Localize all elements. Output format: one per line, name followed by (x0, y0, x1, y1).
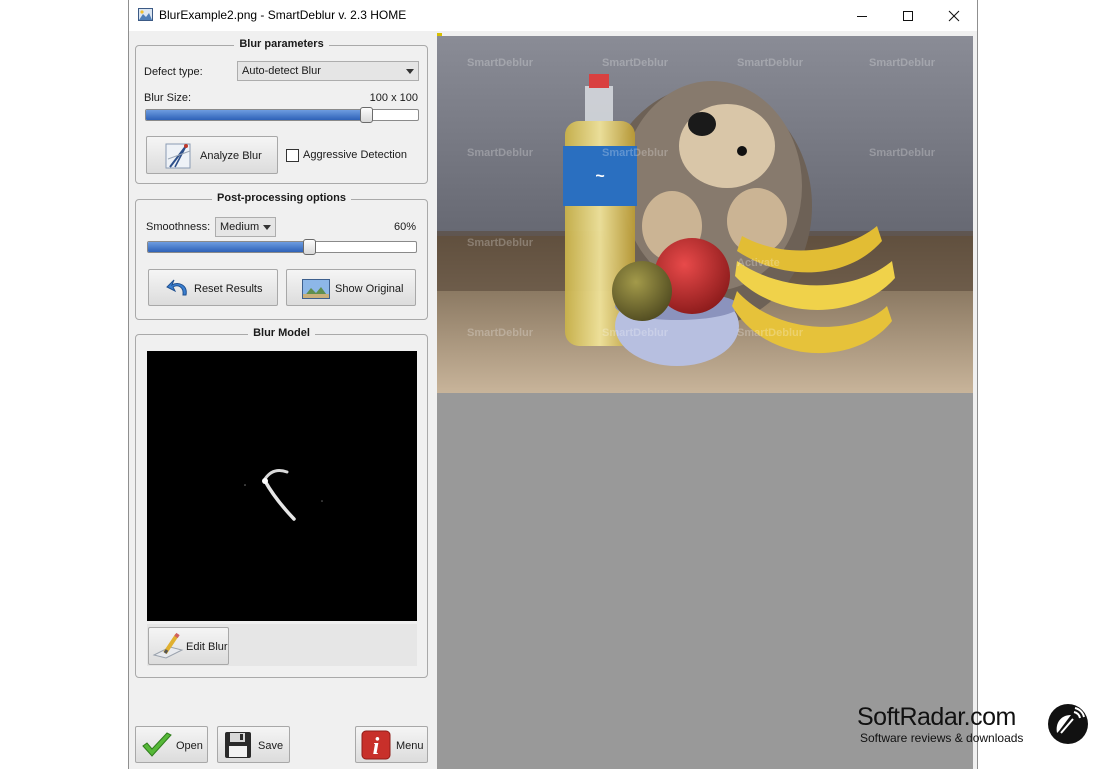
show-original-label: Show Original (335, 283, 404, 295)
softradar-watermark: SoftRadar.com Software reviews & downloa… (857, 703, 1097, 753)
smoothness-value: Medium (220, 221, 260, 233)
chevron-down-icon (406, 69, 414, 74)
blur-kernel-stroke (244, 469, 323, 521)
minimize-button[interactable] (839, 0, 885, 31)
svg-text:~: ~ (595, 168, 604, 185)
svg-text:SmartDeblur: SmartDeblur (737, 327, 804, 339)
save-button[interactable]: Save (217, 726, 290, 763)
show-original-button[interactable]: Show Original (286, 269, 416, 306)
defect-type-label: Defect type: (144, 66, 203, 78)
menu-label: Menu (396, 740, 424, 752)
app-picture-icon (138, 8, 153, 21)
open-label: Open (176, 740, 203, 752)
blur-model-group: Blur Model Edit Blur (135, 327, 428, 678)
svg-text:SmartDeblur: SmartDeblur (869, 147, 936, 159)
maximize-icon (903, 11, 913, 21)
svg-text:SmartDeblur: SmartDeblur (737, 57, 804, 69)
deblurred-photo: ~ SmartDeblur SmartDeblur SmartDeblur Smart… (437, 36, 973, 393)
blur-parameters-title: Blur parameters (234, 38, 329, 50)
blur-kernel-preview[interactable] (147, 351, 417, 621)
edit-pencil-icon (152, 632, 184, 659)
svg-text:SmartDeblur: SmartDeblur (602, 327, 669, 339)
defect-type-select[interactable]: Auto-detect Blur (237, 61, 419, 81)
softradar-brand: SoftRadar.com (857, 703, 1016, 731)
satellite-dish-icon (1048, 704, 1088, 744)
smoothness-percent: 60% (393, 221, 416, 233)
maximize-button[interactable] (885, 0, 931, 31)
reset-results-label: Reset Results (194, 283, 263, 295)
post-processing-group: Post-processing options Smoothness: Medi… (135, 192, 428, 320)
close-icon (948, 10, 960, 22)
smoothness-label: Smoothness: (146, 221, 211, 233)
chevron-down-icon (263, 225, 271, 230)
defect-type-value: Auto-detect Blur (242, 65, 321, 77)
svg-text:SmartDeblur: SmartDeblur (467, 237, 534, 249)
blur-model-title: Blur Model (248, 327, 315, 339)
edit-blur-label: Edit Blur (186, 641, 228, 653)
svg-text:SmartDeblur: SmartDeblur (602, 57, 669, 69)
blur-parameters-group: Blur parameters Defect type: Auto-detect… (135, 38, 428, 184)
blur-size-slider-fill (146, 110, 367, 120)
blur-size-value: 100 x 100 (369, 92, 418, 104)
analyze-blur-button[interactable]: Analyze Blur (146, 136, 278, 174)
edit-blur-button[interactable]: Edit Blur (148, 627, 229, 665)
green-check-icon (142, 732, 172, 757)
floppy-disk-icon (225, 732, 251, 758)
close-button[interactable] (931, 0, 977, 31)
svg-text:i: i (373, 734, 380, 760)
blur-size-slider[interactable] (145, 107, 419, 123)
svg-text:SmartDeblur: SmartDeblur (869, 57, 936, 69)
info-icon: i (361, 730, 391, 760)
aggressive-detection-label: Aggressive Detection (303, 149, 407, 161)
blur-size-label: Blur Size: (144, 92, 192, 104)
app-window: BlurExample2.png - SmartDeblur v. 2.3 HO… (128, 0, 978, 769)
undo-arrow-icon (166, 279, 187, 296)
svg-text:SmartDeblur: SmartDeblur (467, 57, 534, 69)
blur-size-slider-thumb[interactable] (360, 107, 374, 123)
title-bar[interactable]: BlurExample2.png - SmartDeblur v. 2.3 HO… (129, 0, 977, 31)
smoothness-select[interactable]: Medium (215, 217, 276, 237)
reset-results-button[interactable]: Reset Results (148, 269, 278, 306)
smoothness-slider[interactable] (147, 239, 417, 255)
svg-text:SmartDeblur: SmartDeblur (467, 147, 534, 159)
drafting-compass-icon (165, 143, 191, 169)
landscape-picture-icon (302, 279, 330, 299)
softradar-tagline: Software reviews & downloads (860, 731, 1024, 745)
menu-button[interactable]: i Menu (355, 726, 428, 763)
window-title: BlurExample2.png - SmartDeblur v. 2.3 HO… (159, 8, 407, 22)
svg-text:Activate: Activate (737, 257, 780, 269)
image-canvas[interactable]: ~ SmartDeblur SmartDeblur SmartDeblur Smart… (437, 36, 973, 769)
save-label: Save (258, 740, 284, 752)
svg-text:SmartDeblur: SmartDeblur (467, 327, 534, 339)
open-button[interactable]: Open (135, 726, 208, 763)
smoothness-slider-thumb[interactable] (302, 239, 316, 255)
analyze-blur-label: Analyze Blur (200, 150, 262, 162)
smoothness-slider-fill (148, 242, 309, 252)
minimize-icon (857, 16, 867, 17)
post-processing-title: Post-processing options (212, 192, 351, 204)
aggressive-detection-checkbox[interactable] (286, 149, 299, 162)
svg-text:SmartDeblur: SmartDeblur (602, 147, 669, 159)
